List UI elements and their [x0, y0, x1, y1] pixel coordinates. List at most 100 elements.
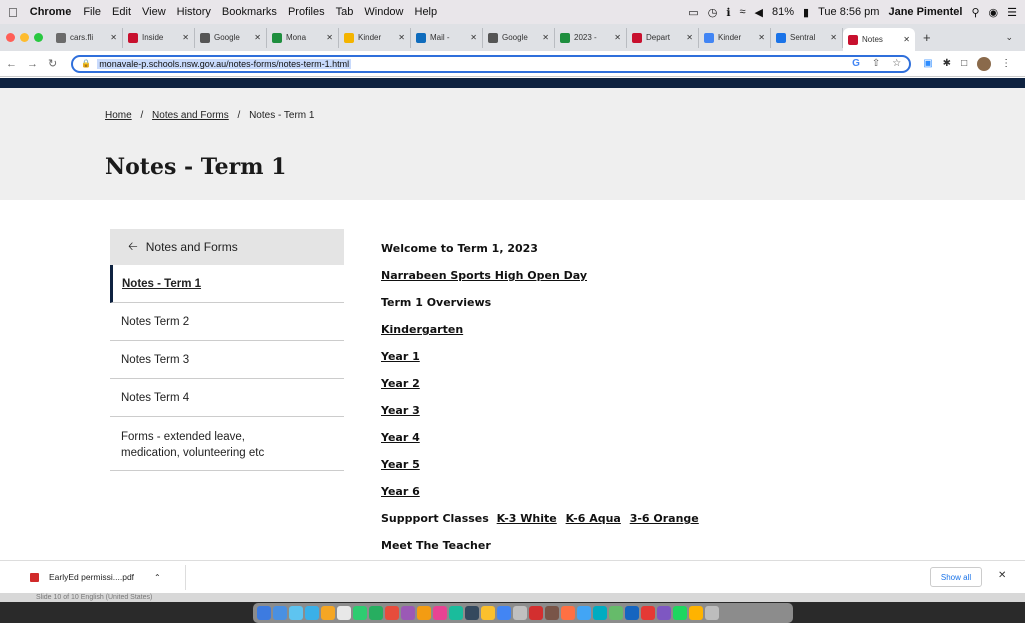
address-bar[interactable]: 🔒 monavale-p.schools.nsw.gov.au/notes-fo… [71, 54, 912, 73]
dock-app-icon[interactable] [401, 606, 415, 620]
year-5-link[interactable]: Year 5 [381, 458, 420, 471]
menu-tab[interactable]: Tab [336, 6, 354, 18]
dock-app-icon[interactable] [705, 606, 719, 620]
browser-tab[interactable]: Mona ✕ [267, 27, 339, 48]
browser-tab[interactable]: 2023 - ✕ [555, 27, 627, 48]
dock-app-icon[interactable] [689, 606, 703, 620]
dock-app-icon[interactable] [625, 606, 639, 620]
extensions-puzzle-icon[interactable]: ✱ [943, 58, 951, 69]
year-6-link[interactable]: Year 6 [381, 485, 420, 498]
close-tab-icon[interactable]: ✕ [470, 33, 477, 42]
chrome-menu-icon[interactable]: ⋮ [1001, 58, 1011, 69]
reload-icon[interactable]: ↻ [48, 57, 57, 70]
dock-app-icon[interactable] [513, 606, 527, 620]
close-tab-icon[interactable]: ✕ [326, 33, 333, 42]
dock-app-icon[interactable] [561, 606, 575, 620]
dock-app-icon[interactable] [369, 606, 383, 620]
browser-tab[interactable]: cars.fli ✕ [51, 27, 123, 48]
dock-app-icon[interactable] [305, 606, 319, 620]
dock-app-icon[interactable] [545, 606, 559, 620]
sidebar-item-notes-term-4[interactable]: Notes Term 4 [110, 379, 344, 417]
menu-bookmarks[interactable]: Bookmarks [222, 6, 277, 18]
volume-icon[interactable]: ◀ [755, 6, 763, 19]
close-tab-icon[interactable]: ✕ [686, 33, 693, 42]
dock-app-icon[interactable] [273, 606, 287, 620]
google-icon[interactable]: G [852, 58, 860, 69]
dock-app-icon[interactable] [321, 606, 335, 620]
close-tab-icon[interactable]: ✕ [254, 33, 261, 42]
sidebar-item-notes-term-2[interactable]: Notes Term 2 [110, 303, 344, 341]
new-tab-button[interactable]: + [923, 30, 931, 45]
close-window-button[interactable] [6, 33, 15, 42]
browser-tab[interactable]: Google ✕ [483, 27, 555, 48]
back-arrow-icon[interactable]: ← [6, 58, 17, 70]
close-tab-icon[interactable]: ✕ [542, 33, 549, 42]
zoom-extension-icon[interactable]: ▣ [923, 58, 932, 69]
dock-app-icon[interactable] [657, 606, 671, 620]
close-tab-icon[interactable]: ✕ [758, 33, 765, 42]
show-all-button[interactable]: Show all [930, 567, 982, 587]
battery-percent[interactable]: 81% [772, 6, 794, 18]
browser-tab[interactable]: Google ✕ [195, 27, 267, 48]
user-name[interactable]: Jane Pimentel [888, 6, 962, 18]
side-panel-icon[interactable]: □ [961, 58, 967, 69]
download-file-name[interactable]: EarlyEd permissi....pdf [49, 572, 134, 582]
k6-aqua-link[interactable]: K-6 Aqua [566, 512, 621, 525]
bluetooth-icon[interactable]: ℹ [726, 6, 730, 19]
forward-arrow-icon[interactable]: → [27, 58, 38, 70]
dock-app-icon[interactable] [673, 606, 687, 620]
browser-tab[interactable]: Kinder ✕ [339, 27, 411, 48]
dock-app-icon[interactable] [257, 606, 271, 620]
screen-mirror-icon[interactable]: ▭ [688, 6, 698, 19]
share-icon[interactable]: ⇧ [872, 58, 880, 69]
wifi-icon[interactable]: ≈ [740, 6, 746, 18]
breadcrumb-notes-forms-link[interactable]: Notes and Forms [152, 110, 229, 121]
dock-app-icon[interactable] [337, 606, 351, 620]
close-tab-icon[interactable]: ✕ [830, 33, 837, 42]
browser-tab[interactable]: Depart ✕ [627, 27, 699, 48]
close-tab-icon[interactable]: ✕ [182, 33, 189, 42]
browser-tab[interactable]: Mail - ✕ [411, 27, 483, 48]
lock-icon[interactable]: 🔒 [81, 59, 91, 68]
dock-app-icon[interactable] [465, 606, 479, 620]
apple-icon[interactable]:  [8, 5, 18, 20]
close-tab-icon[interactable]: ✕ [614, 33, 621, 42]
menu-window[interactable]: Window [364, 6, 403, 18]
sidebar-item-forms[interactable]: Forms - extended leave, medication, volu… [110, 417, 344, 471]
dock-app-icon[interactable] [577, 606, 591, 620]
close-tab-icon[interactable]: ✕ [110, 33, 117, 42]
browser-tab[interactable]: Sentral ✕ [771, 27, 843, 48]
dock-app-icon[interactable] [609, 606, 623, 620]
dock-app-icon[interactable] [417, 606, 431, 620]
menu-view[interactable]: View [142, 6, 166, 18]
close-tab-icon[interactable]: ✕ [398, 33, 405, 42]
browser-tab[interactable]: Notes ✕ [843, 28, 915, 51]
tab-search-icon[interactable]: ⌄ [1005, 32, 1013, 43]
k3-white-link[interactable]: K-3 White [497, 512, 557, 525]
menu-edit[interactable]: Edit [112, 6, 131, 18]
battery-icon[interactable]: ▮ [803, 6, 809, 19]
zoom-window-button[interactable] [34, 33, 43, 42]
bookmark-star-icon[interactable]: ☆ [892, 58, 901, 69]
close-icon[interactable]: ✕ [998, 570, 1006, 581]
menu-help[interactable]: Help [415, 6, 438, 18]
kindergarten-link[interactable]: Kindergarten [381, 323, 463, 336]
year-4-link[interactable]: Year 4 [381, 431, 420, 444]
time-machine-icon[interactable]: ◷ [708, 6, 718, 19]
dock-app-icon[interactable] [353, 606, 367, 620]
control-center-icon[interactable]: ☰ [1007, 6, 1017, 19]
url-text[interactable]: monavale-p.schools.nsw.gov.au/notes-form… [97, 58, 352, 69]
dock-app-icon[interactable] [529, 606, 543, 620]
dock-app-icon[interactable] [449, 606, 463, 620]
year-2-link[interactable]: Year 2 [381, 377, 420, 390]
menu-history[interactable]: History [177, 6, 211, 18]
year-3-link[interactable]: Year 3 [381, 404, 420, 417]
dock-app-icon[interactable] [641, 606, 655, 620]
dock-app-icon[interactable] [593, 606, 607, 620]
3-6-orange-link[interactable]: 3-6 Orange [630, 512, 699, 525]
spotlight-icon[interactable]: ⚲ [971, 6, 979, 19]
clock[interactable]: Tue 8:56 pm [818, 6, 879, 18]
breadcrumb-home-link[interactable]: Home [105, 110, 132, 121]
app-name[interactable]: Chrome [30, 6, 72, 18]
sidebar-back-link[interactable]: 🡠 Notes and Forms [110, 229, 344, 265]
